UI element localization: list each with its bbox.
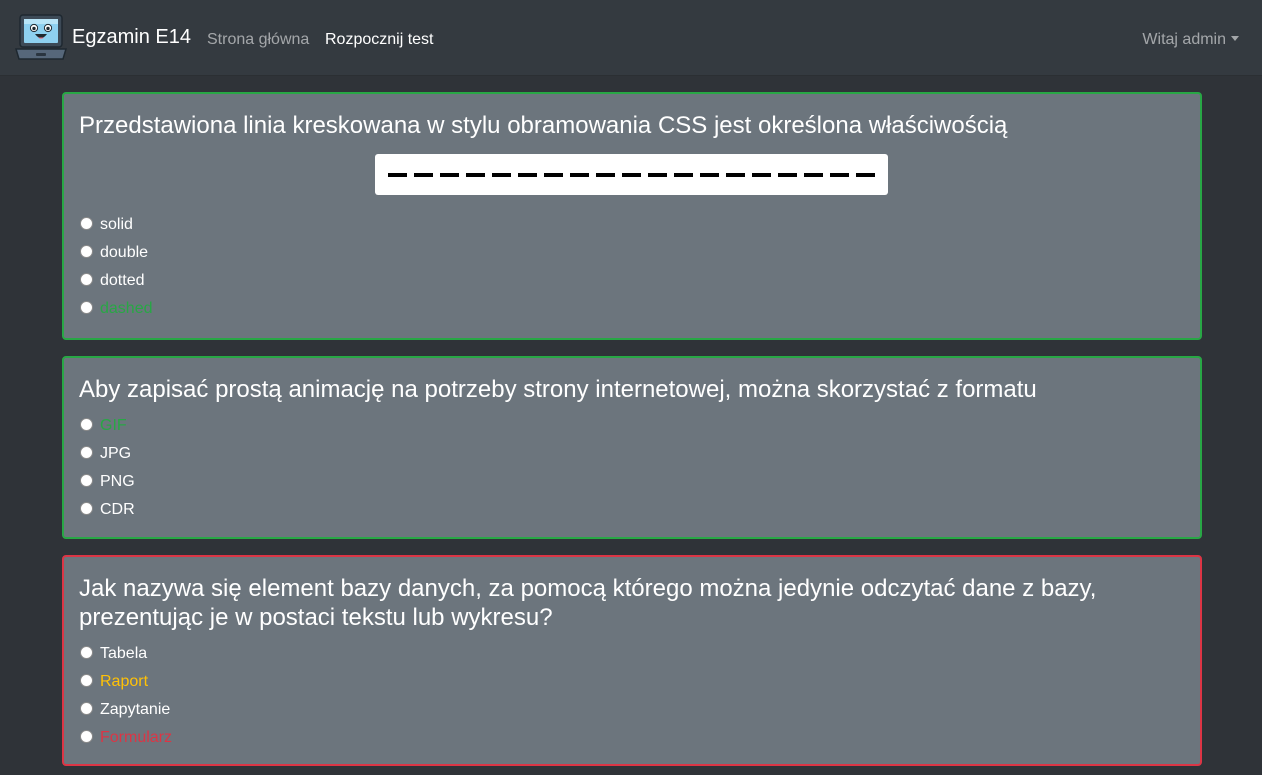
answer-option-correct[interactable]: GIF	[80, 412, 135, 440]
radio-button[interactable]	[80, 501, 93, 515]
answer-option-correct[interactable]: dashed	[80, 295, 153, 323]
question-text: Aby zapisać prostą animację na potrzeby …	[79, 376, 1037, 403]
radio-button[interactable]	[80, 417, 93, 431]
radio-button[interactable]	[80, 673, 93, 687]
answer-option[interactable]: Zapytanie	[80, 696, 172, 724]
question-card-3: Jak nazywa się element bazy danych, za p…	[62, 555, 1202, 766]
nav-link-start-test[interactable]: Rozpocznij test	[325, 31, 434, 49]
answer-label: Formularz	[100, 729, 173, 746]
answer-label: CDR	[100, 501, 135, 518]
radio-button[interactable]	[80, 445, 93, 459]
brand-title[interactable]: Egzamin E14	[72, 26, 191, 49]
radio-button[interactable]	[80, 300, 93, 314]
answer-option-correct[interactable]: Raport	[80, 668, 172, 696]
radio-button[interactable]	[80, 701, 93, 715]
answer-option[interactable]: Tabela	[80, 640, 172, 668]
radio-button[interactable]	[80, 272, 93, 286]
dashed-line	[388, 173, 875, 177]
user-menu-dropdown[interactable]: Witaj admin	[1142, 31, 1239, 49]
caret-down-icon	[1231, 36, 1239, 41]
radio-button[interactable]	[80, 244, 93, 258]
question-card-1: Przedstawiona linia kreskowana w stylu o…	[62, 92, 1202, 340]
answer-list: GIF JPG PNG CDR	[80, 412, 135, 524]
answer-label: GIF	[100, 417, 127, 434]
answer-option[interactable]: JPG	[80, 440, 135, 468]
answer-label: JPG	[100, 445, 132, 462]
radio-button[interactable]	[80, 473, 93, 487]
dashed-border-illustration	[375, 154, 888, 195]
answer-option[interactable]: CDR	[80, 496, 135, 524]
answer-label: solid	[100, 216, 133, 233]
answer-label: Raport	[100, 673, 149, 690]
question-text: Jak nazywa się element bazy danych, za p…	[79, 575, 1097, 631]
radio-button[interactable]	[80, 729, 93, 743]
answer-option[interactable]: double	[80, 239, 153, 267]
answer-label: dashed	[100, 300, 153, 317]
answer-label: dotted	[100, 272, 145, 289]
laptop-mascot-icon[interactable]	[15, 13, 67, 63]
answer-option[interactable]: solid	[80, 211, 153, 239]
radio-button[interactable]	[80, 645, 93, 659]
answer-option-wrong[interactable]: Formularz	[80, 724, 172, 752]
user-menu-label: Witaj admin	[1142, 31, 1226, 48]
answer-label: Zapytanie	[100, 701, 171, 718]
answer-label: PNG	[100, 473, 135, 490]
navbar: Egzamin E14 Strona główna Rozpocznij tes…	[0, 0, 1262, 76]
answer-list: solid double dotted dashed	[80, 211, 153, 323]
answer-list: Tabela Raport Zapytanie Formularz	[80, 640, 172, 752]
answer-option[interactable]: dotted	[80, 267, 153, 295]
answer-option[interactable]: PNG	[80, 468, 135, 496]
radio-button[interactable]	[80, 216, 93, 230]
question-card-2: Aby zapisać prostą animację na potrzeby …	[62, 356, 1202, 539]
answer-label: double	[100, 244, 149, 261]
question-text: Przedstawiona linia kreskowana w stylu o…	[79, 112, 1008, 139]
answer-label: Tabela	[100, 645, 148, 662]
nav-link-home[interactable]: Strona główna	[207, 31, 309, 49]
